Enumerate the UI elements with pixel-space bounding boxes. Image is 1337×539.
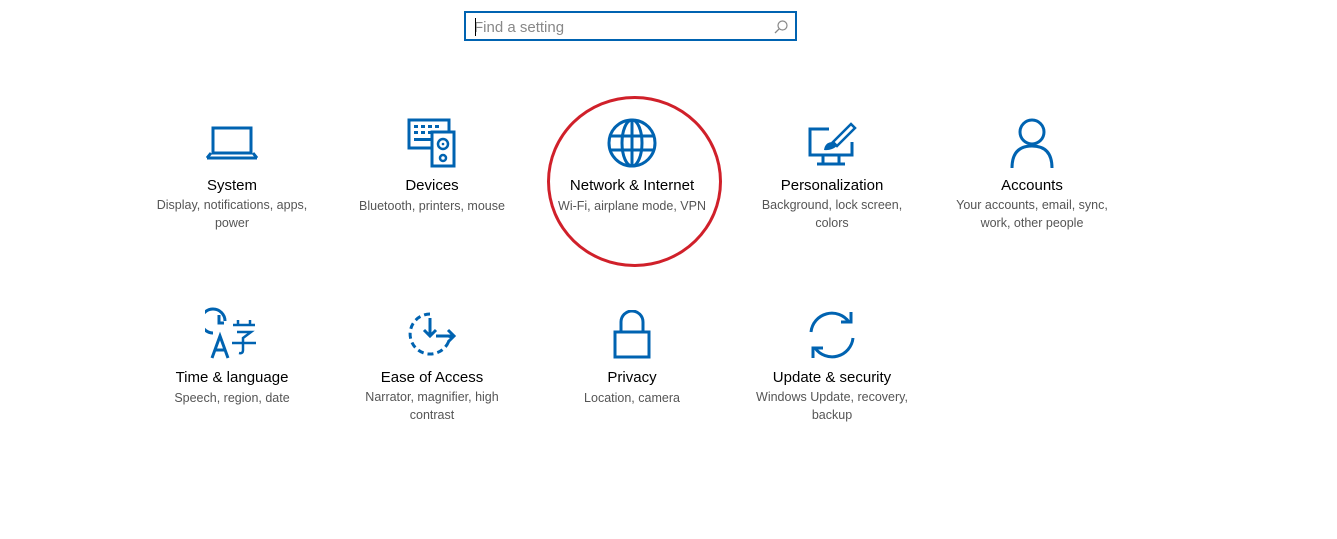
tile-time-language[interactable]: Time & language Speech, region, date [147,307,317,427]
search-input[interactable] [474,16,764,38]
tile-description: Narrator, magnifier, high contrast [365,390,499,422]
person-icon [1010,118,1054,169]
tile-description: Speech, region, date [174,391,290,405]
tile-ease-of-access[interactable]: Ease of Access Narrator, magnifier, high… [347,307,517,427]
tile-title: Network & Internet [569,177,695,194]
paintbrush-monitor-icon [808,122,857,166]
search-icon[interactable] [773,19,789,35]
tile-title: Devices [405,177,459,194]
tile-title: Time & language [175,369,289,386]
tile-personalization[interactable]: Personalization Background, lock screen,… [747,115,917,245]
tile-title: Privacy [607,369,657,386]
ease-of-access-icon [408,312,457,356]
text-caret [475,18,476,36]
tile-description: Background, lock screen, colors [761,198,903,230]
tile-update-security[interactable]: Update & security Windows Update, recove… [747,307,917,427]
lock-icon [613,310,651,359]
tile-devices[interactable]: Devices Bluetooth, printers, mouse [347,115,517,245]
tile-description: Location, camera [584,391,680,405]
tile-title: Accounts [1001,177,1063,194]
sync-arrows-icon [809,311,855,359]
tile-description: Display, notifications, apps, power [156,198,308,230]
laptop-icon [206,126,258,160]
globe-icon [607,118,657,168]
keyboard-speaker-icon [407,118,456,168]
tile-title: System [206,177,257,194]
search-box[interactable] [464,11,797,41]
tile-accounts[interactable]: Accounts Your accounts, email, sync, wor… [947,115,1117,245]
tile-title: Ease of Access [380,369,484,386]
tile-system[interactable]: System Display, notifications, apps, pow… [147,115,317,245]
clock-language-icon [205,307,256,359]
tile-title: Personalization [780,177,884,194]
tile-title: Update & security [772,369,892,386]
tile-network-internet[interactable]: Network & Internet Wi-Fi, airplane mode,… [547,115,717,245]
tile-description: Windows Update, recovery, backup [756,390,908,422]
tile-description: Wi-Fi, airplane mode, VPN [558,199,706,213]
tile-privacy[interactable]: Privacy Location, camera [547,307,717,427]
tile-description: Your accounts, email, sync, work, other … [956,198,1108,230]
tile-description: Bluetooth, printers, mouse [359,199,505,213]
